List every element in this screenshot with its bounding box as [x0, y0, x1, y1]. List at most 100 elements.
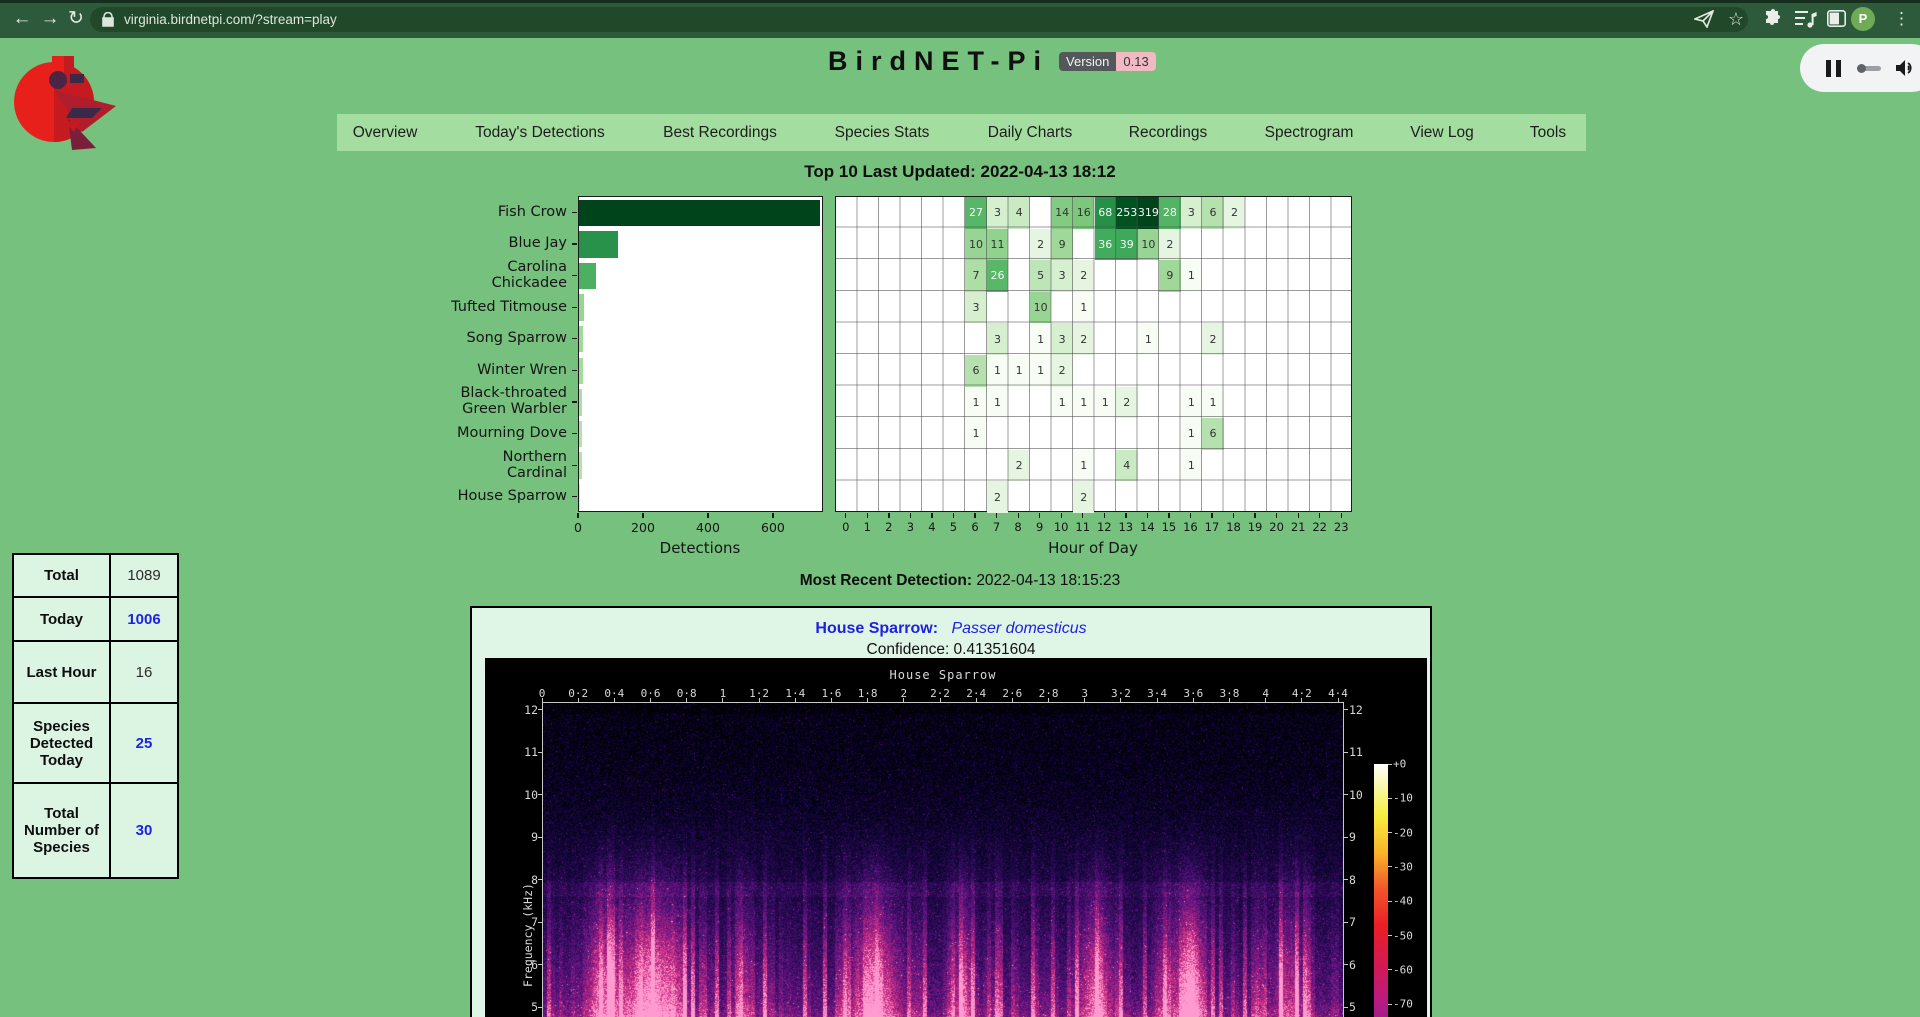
stats-label: Total Number of Species — [13, 783, 110, 878]
hour-tick — [910, 513, 911, 518]
bar-blue-jay — [579, 231, 618, 258]
x-tick — [707, 513, 708, 518]
nav-item-spectrogram[interactable]: Spectrogram — [1265, 114, 1354, 151]
forward-icon[interactable]: → — [36, 0, 64, 38]
menu-kebab-icon[interactable]: ⋮ — [1893, 0, 1909, 38]
main-nav: Overview Today's Detections Best Recording… — [337, 114, 1586, 151]
heatmap-cell: 1 — [1095, 387, 1117, 419]
y-tick — [572, 465, 577, 466]
bar-mourning-dove — [579, 421, 582, 448]
nav-item-recordings[interactable]: Recordings — [1129, 114, 1207, 151]
spectrogram-image: House Sparrow Frequency (kHz) 00·20·40·6… — [485, 658, 1427, 1017]
volume-icon[interactable] — [1895, 59, 1915, 77]
bar-xaxis-label: Detections — [660, 539, 741, 557]
y-tick — [572, 401, 577, 402]
colorbar-tick — [1388, 832, 1392, 833]
spec-freq-label-right: 12 — [1349, 703, 1363, 717]
recent-label: Most Recent Detection: — [800, 572, 972, 589]
spec-time-label: 2·8 — [1039, 687, 1059, 700]
hour-tick — [974, 513, 975, 518]
heatmap-cell: 2 — [1030, 229, 1052, 261]
category-label: Black-throated Green Warbler — [460, 385, 567, 417]
pause-button[interactable] — [1826, 60, 1841, 77]
heatmap-xaxis-label: Hour of Day — [1048, 539, 1138, 557]
hour-tick — [1061, 513, 1062, 518]
colorbar-label: -10 — [1393, 792, 1413, 805]
nav-item-daily-charts[interactable]: Daily Charts — [988, 114, 1072, 151]
hour-tick-label: 23 — [1334, 520, 1349, 534]
colorbar-tick — [1388, 901, 1392, 902]
heatmap-cell: 39 — [1116, 229, 1138, 261]
hour-tick-label: 18 — [1226, 520, 1241, 534]
spec-freq-label-left: 8 — [515, 873, 538, 887]
stats-value-link[interactable]: 25 — [110, 703, 178, 783]
lock-icon — [102, 12, 114, 27]
species-common-name-link[interactable]: House Sparrow: — [815, 620, 938, 637]
hour-tick — [1233, 513, 1234, 518]
share-send-icon[interactable] — [1694, 10, 1714, 28]
bookmark-star-icon[interactable]: ☆ — [1722, 0, 1750, 38]
stats-label: Last Hour — [13, 641, 110, 703]
x-tick-label: 400 — [696, 520, 720, 535]
seek-slider[interactable] — [1857, 66, 1881, 71]
x-tick — [577, 513, 578, 518]
colorbar-label: -60 — [1393, 963, 1413, 976]
heatmap-cell: 6 — [1202, 197, 1224, 229]
back-icon[interactable]: ← — [8, 0, 36, 38]
species-scientific-name-link[interactable]: Passer domesticus — [951, 620, 1086, 637]
extensions-icon[interactable] — [1763, 9, 1783, 29]
nav-item-best-recordings[interactable]: Best Recordings — [663, 114, 777, 151]
spec-time-label: 1·6 — [822, 687, 842, 700]
profile-avatar[interactable]: P — [1851, 7, 1875, 31]
nav-item-species-stats[interactable]: Species Stats — [835, 114, 930, 151]
heatmap-cell: 2 — [1073, 481, 1095, 513]
heatmap-cell: 1 — [1073, 450, 1095, 482]
heatmap-cell: 1 — [965, 387, 987, 419]
browser-toolbar: ← → ↻ virginia.birdnetpi.com/?stream=pla… — [0, 0, 1920, 38]
hour-of-day-heatmap: 2734141668253319283621011293639102726532… — [835, 196, 1352, 512]
nav-item-today-s-detections[interactable]: Today's Detections — [475, 114, 605, 151]
heatmap-cell: 1 — [1051, 387, 1073, 419]
heatmap-cell: 2 — [1202, 323, 1224, 355]
x-tick — [642, 513, 643, 518]
hour-tick — [1147, 513, 1148, 518]
nav-item-tools[interactable]: Tools — [1530, 114, 1566, 151]
colorbar-tick — [1388, 1004, 1392, 1005]
hour-tick-label: 9 — [1036, 520, 1043, 534]
stats-value-link[interactable]: 30 — [110, 783, 178, 878]
spec-right-tick — [1344, 922, 1348, 923]
seek-handle[interactable] — [1857, 64, 1866, 73]
spec-right-tick — [1344, 752, 1348, 753]
heatmap-cell: 3 — [965, 292, 987, 324]
heatmap-cell: 68 — [1095, 197, 1117, 229]
nav-item-view-log[interactable]: View Log — [1410, 114, 1473, 151]
hour-tick-label: 1 — [864, 520, 871, 534]
heatmap-cell: 1 — [1008, 355, 1030, 387]
hour-tick — [1190, 513, 1191, 518]
x-tick — [772, 513, 773, 518]
url-text[interactable]: virginia.birdnetpi.com/?stream=play — [124, 12, 337, 27]
stats-row: Today1006 — [13, 597, 178, 641]
birdnet-pi-page: ← → ↻ virginia.birdnetpi.com/?stream=pla… — [0, 0, 1920, 1017]
bar-song-sparrow — [579, 326, 583, 353]
nav-item-overview[interactable]: Overview — [353, 114, 418, 151]
reload-icon[interactable]: ↻ — [62, 0, 90, 38]
side-panel-icon[interactable] — [1827, 10, 1846, 27]
heatmap-cell: 1 — [1030, 323, 1052, 355]
y-tick — [572, 338, 577, 339]
heatmap-cell: 10 — [1138, 229, 1160, 261]
spectrogram-colorbar — [1374, 764, 1388, 1017]
heatmap-cell: 10 — [965, 229, 987, 261]
heatmap-cell: 1 — [1138, 323, 1160, 355]
spec-time-label: 3·8 — [1220, 687, 1240, 700]
hour-tick — [845, 513, 846, 518]
media-controls-icon[interactable] — [1795, 10, 1817, 28]
url-bar[interactable]: virginia.birdnetpi.com/?stream=play — [90, 7, 1748, 32]
stats-value-link[interactable]: 1006 — [110, 597, 178, 641]
hour-tick — [1104, 513, 1105, 518]
spec-freq-label-left: 6 — [515, 958, 538, 972]
heatmap-cell: 2 — [1159, 229, 1181, 261]
spec-time-label: 1·8 — [858, 687, 878, 700]
heatmap-cell: 9 — [1051, 229, 1073, 261]
heatmap-cell: 1 — [1030, 355, 1052, 387]
